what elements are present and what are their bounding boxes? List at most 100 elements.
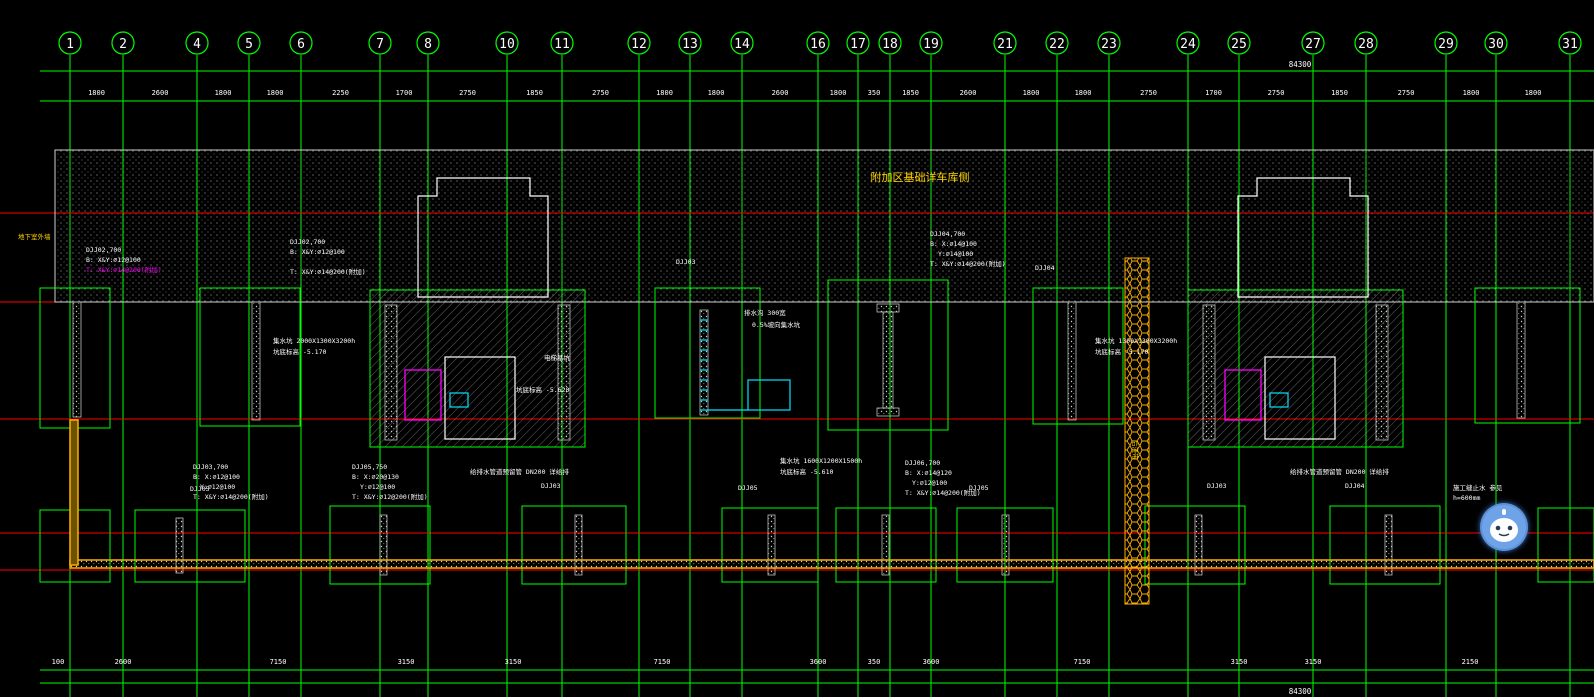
bottom-dimension-text: 3150 [1231, 658, 1248, 666]
top-dimension-text: 1800 [1075, 89, 1092, 97]
top-dimension-text: 1800 [830, 89, 847, 97]
top-dimension-text: 1800 [708, 89, 725, 97]
svg-text:h=600mm: h=600mm [1453, 494, 1480, 502]
svg-text:Y:⌀12@100: Y:⌀12@100 [912, 479, 947, 487]
grid-axis-label: 7 [376, 37, 384, 52]
grid-axis-label: 8 [424, 37, 432, 52]
grid-axis-label: 28 [1358, 37, 1374, 52]
grid-axis-label: 21 [997, 37, 1013, 52]
upper-foundations [39, 279, 1581, 448]
grid-axis-label: 4 [193, 37, 201, 52]
cad-viewport[interactable]: 1 2 4 5 6 7 8 10 11 12 13 14 16 17 18 19 21 22 23 24 25 27 28 2… [0, 0, 1594, 697]
bottom-dimension-text: 7150 [270, 658, 287, 666]
bottom-dimension-text: 3150 [505, 658, 522, 666]
svg-text:DJJ02,700: DJJ02,700 [290, 238, 325, 246]
grid-axis-label: 18 [882, 37, 898, 52]
svg-text:集水坑 1600X1200X1500h: 集水坑 1600X1200X1500h [780, 456, 862, 465]
foundation-label: DJJ04 [1035, 264, 1055, 272]
top-dimension-text: 1850 [526, 89, 543, 97]
svg-text:DJJ06,700: DJJ06,700 [905, 459, 940, 467]
bottom-dimension-texts: 100 2600 7150 3150 3150 7150 3600 350 3600 7150 31… [52, 658, 1479, 666]
top-dimension-text: 2750 [1398, 89, 1415, 97]
grid-axis-label: 24 [1180, 37, 1196, 52]
bottom-dimension-text: 7150 [654, 658, 671, 666]
svg-text:B: X:⌀12@100: B: X:⌀12@100 [193, 473, 240, 481]
bottom-dimension-text: 100 [52, 658, 65, 666]
foundation-plan-drawing[interactable]: 1 2 4 5 6 7 8 10 11 12 13 14 16 17 18 19 21 22 23 24 25 27 28 2… [0, 0, 1594, 697]
svg-text:T: X&Y:⌀14@200(附加): T: X&Y:⌀14@200(附加) [930, 259, 1006, 268]
top-dimension-text: 1850 [902, 89, 919, 97]
top-dimension-text: 2750 [1140, 89, 1157, 97]
svg-text:Y:⌀12@100: Y:⌀12@100 [360, 483, 395, 491]
foundation-label: DJJ03 [1207, 482, 1227, 490]
bottom-dimension-text: 3150 [1305, 658, 1322, 666]
top-total-dimension: 84300 [1289, 60, 1312, 69]
top-dimension-text: 1800 [656, 89, 673, 97]
svg-text:B: X:⌀20@130: B: X:⌀20@130 [352, 473, 399, 481]
lower-foundations [39, 505, 1594, 585]
grid-axis-label: 27 [1305, 37, 1321, 52]
grid-axis-label: 22 [1049, 37, 1065, 52]
yellow-foundation-strip [69, 559, 1594, 569]
top-dimension-text: 1800 [1023, 89, 1040, 97]
svg-text:施工缝止水 参见: 施工缝止水 参见 [1453, 483, 1503, 492]
svg-text:坑底标高 -5.170: 坑底标高 -5.170 [1095, 347, 1148, 356]
foundation-label: DJJ05 [190, 485, 210, 493]
grid-axis-label: 1 [66, 37, 74, 52]
bottom-dimension-text: 350 [868, 658, 881, 666]
top-dimension-text: 1850 [1331, 89, 1348, 97]
svg-text:B: X&Y:⌀12@100: B: X&Y:⌀12@100 [290, 248, 345, 256]
grid-axis-label: 13 [682, 37, 698, 52]
top-dimension-text: 2750 [459, 89, 476, 97]
top-dimension-text: 1800 [215, 89, 232, 97]
top-dimension-text: 1800 [1463, 89, 1480, 97]
grid-axis-label: 30 [1488, 37, 1504, 52]
bottom-dimension-text: 2150 [1462, 658, 1479, 666]
top-dimension-text: 2250 [332, 89, 349, 97]
grid-axis-label: 19 [923, 37, 939, 52]
foundation-label: DJJ03 [676, 258, 696, 266]
svg-text:坑底标高 -5.170: 坑底标高 -5.170 [273, 347, 326, 356]
grid-axis-label: 12 [631, 37, 647, 52]
svg-text:DJJ02,700: DJJ02,700 [86, 246, 121, 254]
top-dimension-text: 2750 [592, 89, 609, 97]
assistant-face-icon [1482, 505, 1526, 549]
top-dimension-text: 1700 [1205, 89, 1222, 97]
band-title: 附加区基础详车库侧 [871, 170, 970, 184]
post-pour-strip [1124, 257, 1150, 605]
bottom-total-dimension: 84300 [1289, 687, 1312, 696]
svg-text:T: X&Y:⌀12@200(附加): T: X&Y:⌀12@200(附加) [352, 492, 428, 501]
bottom-dimension-text: 3150 [398, 658, 415, 666]
svg-text:0.5%坡向集水坑: 0.5%坡向集水坑 [752, 320, 801, 329]
top-dimension-text: 2600 [772, 89, 789, 97]
bottom-dimension-text: 3600 [810, 658, 827, 666]
foundation-label: DJJ04 [1345, 482, 1365, 490]
top-dimension-text: 1800 [1525, 89, 1542, 97]
top-dimension-text: 1800 [88, 89, 105, 97]
svg-text:给排水管道预留管 DN200 详给排: 给排水管道预留管 DN200 详给排 [1290, 467, 1389, 476]
svg-text:DJJ04,700: DJJ04,700 [930, 230, 965, 238]
bottom-dimension-text: 2600 [115, 658, 132, 666]
grid-axis-label: 17 [850, 37, 866, 52]
foundation-label: DJJ03 [541, 482, 561, 490]
floating-assistant-button[interactable] [1480, 503, 1528, 551]
svg-text:坑底标高 -5.620: 坑底标高 -5.620 [516, 385, 569, 394]
svg-text:给排水管道预留管 DN200 详给排: 给排水管道预留管 DN200 详给排 [470, 467, 569, 476]
grid-axis-label: 16 [810, 37, 826, 52]
svg-text:Y:⌀14@100: Y:⌀14@100 [938, 250, 973, 258]
foundation-label: DJJ05 [738, 484, 758, 492]
svg-text:DJJ03,700: DJJ03,700 [193, 463, 228, 471]
top-dimension-text: 1800 [267, 89, 284, 97]
label-post-pour: 后浇带 [1131, 440, 1140, 460]
top-dimension-text: 1700 [396, 89, 413, 97]
top-dimension-text: 2600 [960, 89, 977, 97]
svg-text:B: X:⌀14@120: B: X:⌀14@120 [905, 469, 952, 477]
foundation-label: DJJ05 [969, 484, 989, 492]
svg-text:T: X&Y:⌀14@200(附加): T: X&Y:⌀14@200(附加) [193, 492, 269, 501]
additional-zone-band [54, 149, 1594, 303]
grid-axis-label: 14 [734, 37, 750, 52]
grid-axis-label: 31 [1562, 37, 1578, 52]
yellow-left-wall [69, 419, 79, 566]
grid-axis-label: 10 [499, 37, 515, 52]
svg-text:B: X&Y:⌀12@100: B: X&Y:⌀12@100 [86, 256, 141, 264]
